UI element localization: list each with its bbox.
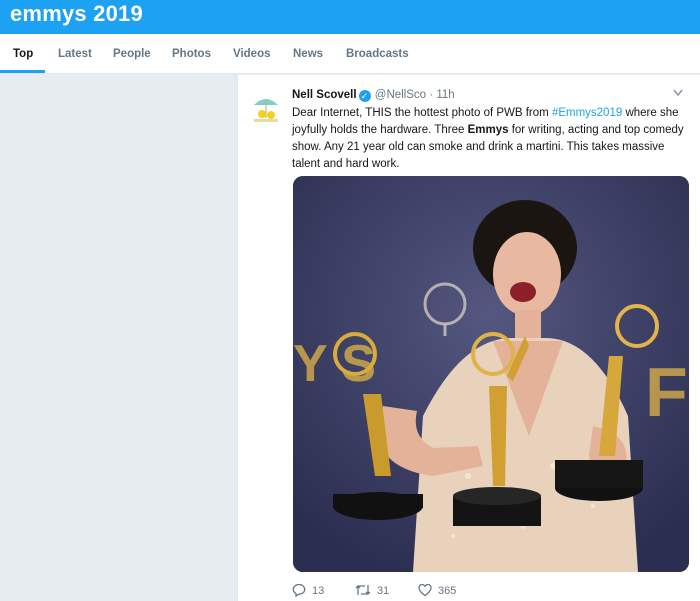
tab-people[interactable]: People	[113, 48, 151, 60]
reply-count: 13	[312, 585, 325, 597]
heart-icon	[418, 583, 432, 597]
display-name[interactable]: Nell Scovell	[292, 89, 357, 101]
retweet-count: 31	[377, 585, 390, 597]
search-header: emmys 2019	[0, 0, 700, 34]
retweet-button[interactable]: 31	[355, 583, 389, 597]
svg-text:F: F	[645, 353, 688, 431]
highlighted-keyword: Emmys	[467, 124, 509, 136]
avatar[interactable]	[248, 91, 284, 127]
verified-icon: ✓	[358, 90, 371, 102]
tab-broadcasts[interactable]: Broadcasts	[346, 48, 409, 60]
tweet-text: Dear Internet, THIS the hottest photo of…	[292, 107, 684, 170]
tab-top[interactable]: Top	[13, 48, 33, 60]
search-results-stream: Nell Scovell ✓ @NellSco · 11h Dear Intern…	[237, 75, 700, 601]
tab-videos[interactable]: Videos	[233, 48, 271, 60]
left-sidebar	[0, 75, 236, 601]
tab-photos[interactable]: Photos	[172, 48, 211, 60]
reply-button[interactable]: 13	[292, 583, 325, 598]
active-tab-indicator	[0, 70, 45, 73]
user-handle[interactable]: @NellSco	[375, 89, 426, 101]
tab-news[interactable]: News	[293, 48, 323, 60]
tweet-header: Nell Scovell ✓ @NellSco · 11h	[292, 89, 455, 102]
retweet-icon	[355, 585, 371, 595]
tweet-photo[interactable]: Y S F	[293, 176, 689, 572]
tab-latest[interactable]: Latest	[58, 48, 92, 60]
chevron-down-icon[interactable]	[673, 89, 683, 100]
search-tabs: Top Latest People Photos Videos News Bro…	[0, 34, 700, 74]
separator-dot: ·	[429, 89, 434, 101]
reply-icon	[292, 583, 306, 598]
tweet-timestamp[interactable]: 11h	[436, 89, 454, 101]
svg-text:Y S: Y S	[293, 335, 376, 393]
like-count: 365	[438, 585, 457, 597]
hashtag-link[interactable]: #Emmys2019	[552, 107, 622, 119]
search-query-title[interactable]: emmys 2019	[10, 1, 143, 27]
like-button[interactable]: 365	[418, 583, 456, 597]
